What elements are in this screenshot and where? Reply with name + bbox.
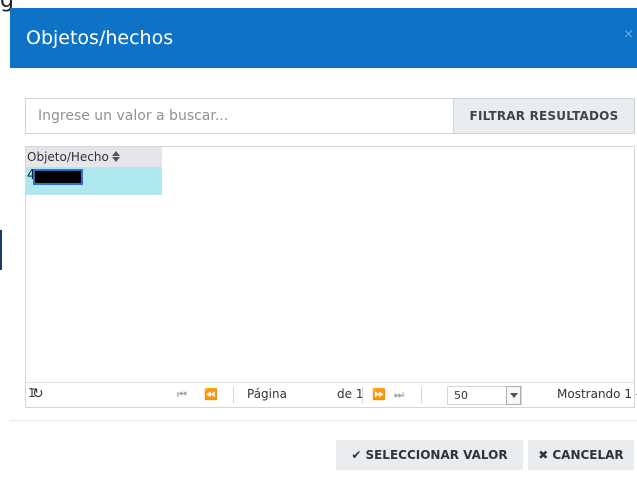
next-page-icon[interactable]: ⏩: [372, 388, 386, 401]
objetos-dialog: Objetos/hechos × FILTRAR RESULTADOS Obje…: [10, 8, 637, 483]
search-bar: FILTRAR RESULTADOS: [25, 98, 635, 134]
table-row[interactable]: 4: [26, 167, 162, 195]
records-info: Mostrando 1 -: [557, 387, 637, 401]
first-page-icon[interactable]: ⏮: [177, 388, 187, 402]
dialog-header: Objetos/hechos ×: [10, 8, 637, 68]
select-value-button[interactable]: ✔ SELECCIONAR VALOR: [336, 440, 523, 470]
redacted-value: [33, 169, 83, 185]
footer-divider: [10, 420, 637, 421]
refresh-icon[interactable]: ↻: [32, 386, 44, 402]
pager-divider: [362, 387, 363, 403]
background-edge: [0, 230, 2, 270]
close-icon[interactable]: ×: [623, 27, 634, 42]
chevron-down-icon[interactable]: [506, 386, 521, 405]
results-grid: Objeto/Hecho 4 ↻ ⏮ ⏪ Página de 1 ⏩ ⏭ 50 …: [25, 146, 637, 408]
pager-divider: [233, 387, 234, 403]
sort-icon[interactable]: [111, 151, 121, 163]
cancel-button[interactable]: ✖ CANCELAR: [528, 440, 634, 470]
prev-page-icon[interactable]: ⏪: [204, 388, 218, 401]
check-icon: ✔: [351, 448, 362, 462]
page-size-select[interactable]: 50: [447, 386, 522, 405]
page-label: Página: [247, 387, 287, 401]
pager-bar: ↻ ⏮ ⏪ Página de 1 ⏩ ⏭ 50 Mostrando 1 -: [26, 382, 637, 408]
dialog-title: Objetos/hechos: [26, 27, 174, 49]
page-size-value: 50: [454, 389, 468, 402]
close-icon: ✖: [538, 448, 549, 462]
column-header-objeto-hecho[interactable]: Objeto/Hecho: [26, 147, 162, 167]
last-page-icon[interactable]: ⏭: [394, 388, 404, 402]
column-header-label: Objeto/Hecho: [27, 150, 109, 164]
select-value-label: SELECCIONAR VALOR: [365, 448, 508, 462]
background-window: g: [0, 0, 637, 13]
filter-results-button[interactable]: FILTRAR RESULTADOS: [453, 99, 634, 133]
search-input[interactable]: [26, 99, 453, 133]
page-total-label: de 1: [337, 387, 364, 401]
cancel-label: CANCELAR: [552, 448, 624, 462]
pager-divider: [421, 387, 422, 403]
